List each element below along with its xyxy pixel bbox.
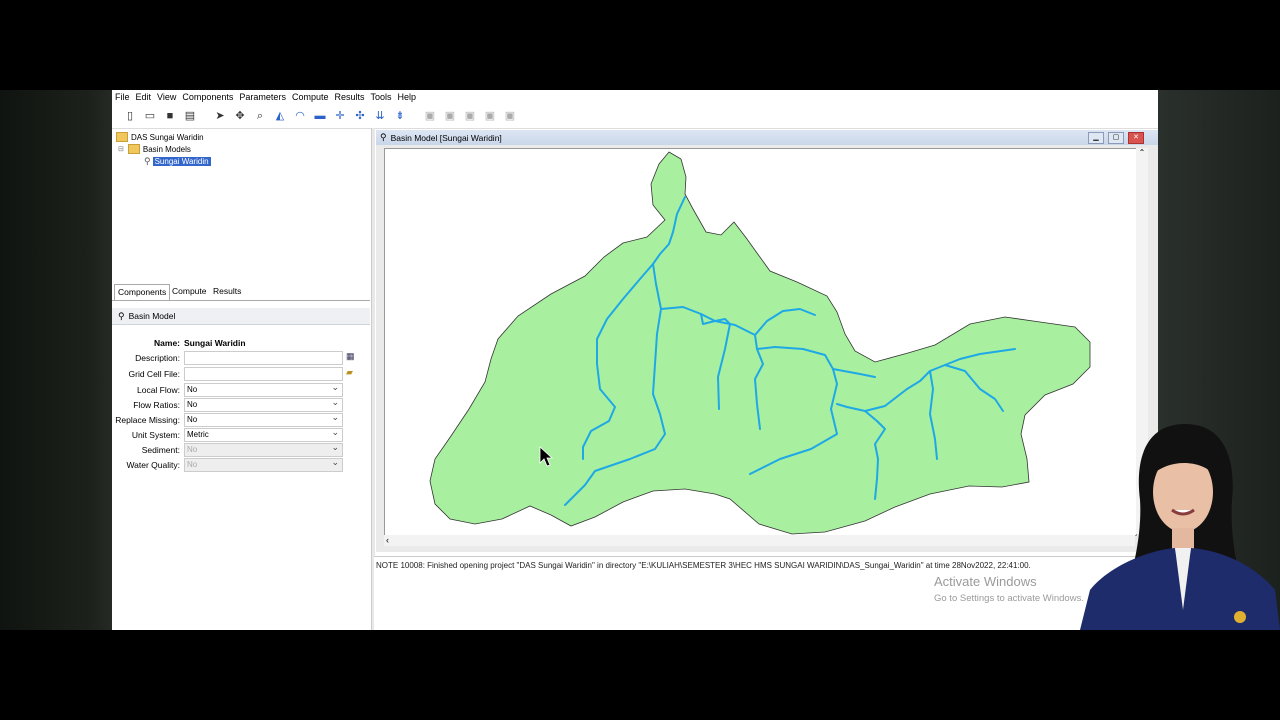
scroll-left-icon[interactable]: ‹ <box>386 535 389 545</box>
editor-tab-basin-model[interactable]: Basin Model <box>129 311 176 321</box>
activate-windows-watermark: Activate Windows <box>934 574 1037 589</box>
flow-ratios-label: Flow Ratios: <box>133 400 180 410</box>
disabled-tool-icon: ▣ <box>484 110 496 122</box>
description-field[interactable] <box>184 351 343 365</box>
unit-system-row: Unit System: Metric <box>112 426 370 442</box>
toolbar: ▯ ▭ ■ ▤ ➤ ✥ ⌕ ◭ ◠ ▬ ✛ ✣ ⇊ ⇟ ▣ ▣ ▣ ▣ ▣ <box>112 106 1158 129</box>
basin-map-canvas[interactable] <box>384 148 1137 536</box>
collapse-icon[interactable]: ⊟ <box>118 145 124 153</box>
tree-item-basin-models[interactable]: ⊟ Basin Models <box>118 144 191 154</box>
tree-label-selected: Sungai Waridin <box>152 157 211 166</box>
basin-window-titlebar[interactable]: ⚲ Basin Model [Sungai Waridin] ▁ ▢ ✕ <box>376 130 1158 145</box>
close-icon[interactable]: ✕ <box>1128 132 1144 144</box>
menu-file[interactable]: File <box>112 92 133 102</box>
log-message: NOTE 10008: Finished opening project "DA… <box>376 561 1031 570</box>
replace-missing-label: Replace Missing: <box>115 415 180 425</box>
open-folder-icon[interactable]: ▭ <box>144 110 156 122</box>
zoom-icon[interactable]: ⌕ <box>254 110 266 122</box>
watershed-map <box>429 151 1091 535</box>
source-tool-icon[interactable]: ⇊ <box>374 110 386 122</box>
name-value: Sungai Waridin <box>184 338 246 348</box>
menu-bar: File Edit View Components Parameters Com… <box>112 90 1158 104</box>
tree-label: DAS Sungai Waridin <box>131 132 204 142</box>
new-file-icon[interactable]: ▯ <box>124 110 136 122</box>
video-background-left <box>0 90 112 630</box>
menu-view[interactable]: View <box>154 92 179 102</box>
grid-cell-label: Grid Cell File: <box>128 369 180 379</box>
panel-splitter[interactable] <box>371 128 375 630</box>
tree-item-project[interactable]: DAS Sungai Waridin <box>116 132 204 142</box>
tab-results[interactable]: Results <box>213 286 241 296</box>
sediment-select: No <box>184 441 343 457</box>
reach-tool-icon[interactable]: ◠ <box>294 110 306 122</box>
water-quality-label: Water Quality: <box>126 460 180 470</box>
menu-edit[interactable]: Edit <box>133 92 155 102</box>
name-label: Name: <box>154 338 180 348</box>
open-folder-icon[interactable]: ▰ <box>346 367 353 378</box>
basin-model-icon: ⚲ <box>144 156 151 166</box>
disabled-tool-icon: ▣ <box>504 110 516 122</box>
water-quality-row: Water Quality: No <box>112 456 370 472</box>
reservoir-tool-icon[interactable]: ▬ <box>314 110 326 122</box>
replace-missing-row: Replace Missing: No <box>112 411 370 427</box>
explorer-tabs: Components Compute Results <box>112 284 370 301</box>
menu-compute[interactable]: Compute <box>289 92 332 102</box>
local-flow-select[interactable]: No <box>184 381 343 397</box>
diversion-tool-icon[interactable]: ✣ <box>354 110 366 122</box>
menu-help[interactable]: Help <box>395 92 420 102</box>
junction-tool-icon[interactable]: ✛ <box>334 110 346 122</box>
horizontal-scrollbar[interactable]: ‹ <box>384 535 1135 546</box>
flow-ratios-select[interactable]: No <box>184 396 343 412</box>
maximize-icon[interactable]: ▢ <box>1108 132 1124 144</box>
watershed-boundary <box>429 151 1091 535</box>
name-row: Name: Sungai Waridin <box>112 336 370 350</box>
pan-icon[interactable]: ✥ <box>234 110 246 122</box>
menu-parameters[interactable]: Parameters <box>236 92 289 102</box>
grid-cell-row: Grid Cell File: ▰ <box>112 367 370 381</box>
grid-cell-field[interactable] <box>184 367 343 381</box>
tree-label: Basin Models <box>142 144 191 154</box>
presenter-webcam <box>1080 424 1280 630</box>
arrow-select-icon[interactable]: ➤ <box>214 110 226 122</box>
water-quality-select: No <box>184 456 343 472</box>
local-flow-row: Local Flow: No <box>112 381 370 397</box>
description-label: Description: <box>135 353 180 363</box>
basin-model-icon: ⚲ <box>380 132 387 142</box>
menu-results[interactable]: Results <box>331 92 367 102</box>
sediment-label: Sediment: <box>141 445 180 455</box>
flow-ratios-row: Flow Ratios: No <box>112 396 370 412</box>
menu-components[interactable]: Components <box>179 92 236 102</box>
sink-tool-icon[interactable]: ⇟ <box>394 110 406 122</box>
watershed-explorer: DAS Sungai Waridin ⊟ Basin Models ⚲ Sung… <box>112 130 368 370</box>
unit-system-select[interactable]: Metric <box>184 426 343 442</box>
unit-system-label: Unit System: <box>131 430 180 440</box>
folder-icon <box>127 144 140 154</box>
activate-windows-hint: Go to Settings to activate Windows. <box>934 593 1084 604</box>
basin-window-title: Basin Model [Sungai Waridin] <box>390 132 502 143</box>
calendar-icon[interactable]: ▦ <box>346 351 355 362</box>
message-log: NOTE 10008: Finished opening project "DA… <box>374 556 1158 630</box>
tab-compute[interactable]: Compute <box>172 286 207 296</box>
tree-item-sungai-waridin[interactable]: ⚲ Sungai Waridin <box>144 156 211 167</box>
component-editor-header: ⚲ Basin Model <box>112 308 370 325</box>
print-icon[interactable]: ▤ <box>184 110 196 122</box>
save-icon[interactable]: ■ <box>164 110 176 122</box>
replace-missing-select[interactable]: No <box>184 411 343 427</box>
hec-hms-window: File Edit View Components Parameters Com… <box>112 90 1158 630</box>
tab-components[interactable]: Components <box>114 284 171 300</box>
local-flow-label: Local Flow: <box>137 385 180 395</box>
disabled-tool-icon: ▣ <box>464 110 476 122</box>
menu-tools[interactable]: Tools <box>368 92 395 102</box>
disabled-tool-icon: ▣ <box>444 110 456 122</box>
subbasin-tool-icon[interactable]: ◭ <box>274 110 286 122</box>
sediment-row: Sediment: No <box>112 441 370 457</box>
basin-model-icon: ⚲ <box>118 310 125 321</box>
folder-icon <box>116 132 128 142</box>
disabled-tool-icon: ▣ <box>424 110 436 122</box>
basin-model-window: ⚲ Basin Model [Sungai Waridin] ▁ ▢ ✕ ⌃ ‹ <box>376 130 1158 552</box>
minimize-icon[interactable]: ▁ <box>1088 132 1104 144</box>
scroll-up-icon[interactable]: ⌃ <box>1139 148 1146 157</box>
description-row: Description: ▦ <box>112 351 370 365</box>
